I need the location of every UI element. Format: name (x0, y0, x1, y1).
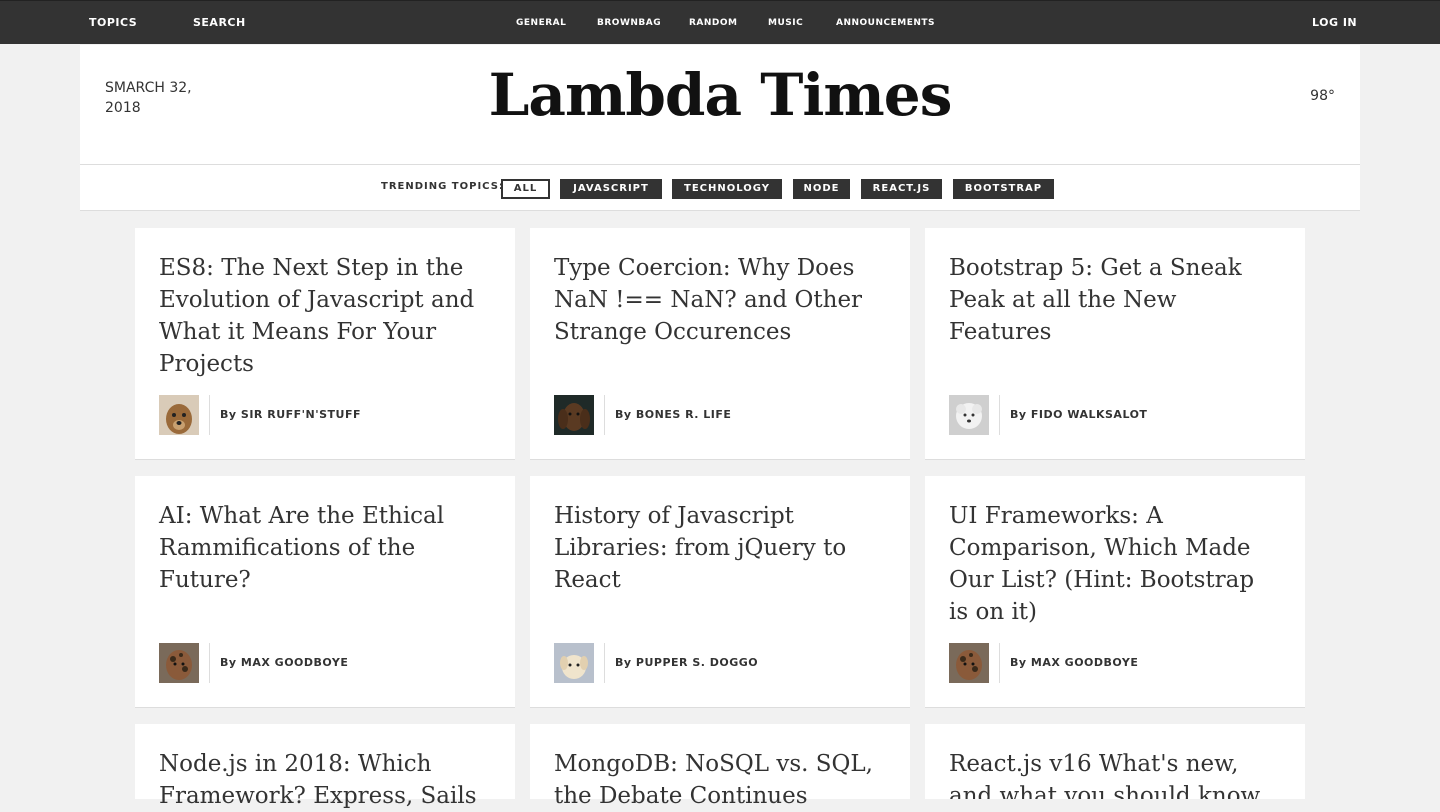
author-row: By BONES R. LIFE (554, 395, 894, 435)
tab-bootstrap[interactable]: BOOTSTRAP (953, 179, 1054, 199)
article-headline[interactable]: ES8: The Next Step in the Evolution of J… (159, 252, 489, 380)
tab-node[interactable]: NODE (793, 179, 850, 199)
masthead-header: SMARCH 32, 2018 Lambda Times 98° (80, 45, 1360, 164)
dog-avatar-tan-icon (159, 395, 199, 435)
author-divider (209, 643, 210, 683)
search-link[interactable]: SEARCH (193, 1, 246, 45)
author-row: By MAX GOODBOYE (159, 643, 499, 683)
article-card[interactable]: UI Frameworks: A Comparison, Which Made … (925, 476, 1305, 708)
author-divider (209, 395, 210, 435)
nav-brownbag[interactable]: BROWNBAG (597, 1, 661, 45)
nav-random[interactable]: RANDOM (689, 1, 738, 45)
top-bar: TOPICS SEARCH GENERAL BROWNBAG RANDOM MU… (0, 0, 1440, 44)
topics-link[interactable]: TOPICS (89, 1, 137, 45)
article-headline[interactable]: Node.js in 2018: Which Framework? Expres… (159, 748, 489, 812)
dog-avatar-spotted-icon (949, 643, 989, 683)
author-divider (604, 395, 605, 435)
trending-topics-label: TRENDING TOPICS: (381, 181, 504, 192)
by-label: By (220, 408, 237, 421)
author-name: MAX GOODBOYE (1030, 656, 1139, 669)
by-label: By (615, 408, 632, 421)
article-headline[interactable]: Bootstrap 5: Get a Sneak Peak at all the… (949, 252, 1279, 348)
tab-javascript[interactable]: JAVASCRIPT (560, 179, 662, 199)
author-name: PUPPER S. DOGGO (635, 656, 759, 669)
byline: By PUPPER S. DOGGO (615, 656, 758, 669)
byline: By FIDO WALKSALOT (1010, 408, 1147, 421)
author-row: By PUPPER S. DOGGO (554, 643, 894, 683)
by-label: By (1010, 408, 1027, 421)
temperature: 98° (1310, 88, 1335, 104)
author-row: By FIDO WALKSALOT (949, 395, 1289, 435)
article-headline[interactable]: React.js v16 What's new, and what you sh… (949, 748, 1279, 799)
article-card[interactable]: History of Javascript Libraries: from jQ… (530, 476, 910, 708)
author-name: BONES R. LIFE (635, 408, 732, 421)
nav-general[interactable]: GENERAL (516, 1, 566, 45)
author-divider (999, 643, 1000, 683)
trending-topics-bar: TRENDING TOPICS: ALL JAVASCRIPT TECHNOLO… (80, 164, 1360, 211)
by-label: By (220, 656, 237, 669)
article-card[interactable]: MongoDB: NoSQL vs. SQL, the Debate Conti… (530, 724, 910, 809)
article-card[interactable]: Bootstrap 5: Get a Sneak Peak at all the… (925, 228, 1305, 460)
article-card[interactable]: ES8: The Next Step in the Evolution of J… (135, 228, 515, 460)
author-name: MAX GOODBOYE (240, 656, 349, 669)
article-headline[interactable]: History of Javascript Libraries: from jQ… (554, 500, 884, 596)
author-row: By SIR RUFF'N'STUFF (159, 395, 499, 435)
article-card[interactable]: React.js v16 What's new, and what you sh… (925, 724, 1305, 799)
author-divider (999, 395, 1000, 435)
site-title: Lambda Times (488, 61, 953, 129)
by-label: By (615, 656, 632, 669)
article-card[interactable]: Type Coercion: Why Does NaN !== NaN? and… (530, 228, 910, 460)
article-headline[interactable]: AI: What Are the Ethical Rammifications … (159, 500, 489, 596)
dog-avatar-puppy-icon (554, 643, 594, 683)
article-headline[interactable]: MongoDB: NoSQL vs. SQL, the Debate Conti… (554, 748, 884, 812)
by-label: By (1010, 656, 1027, 669)
tab-reactjs[interactable]: REACT.JS (861, 179, 942, 199)
author-name: FIDO WALKSALOT (1030, 408, 1148, 421)
byline: By MAX GOODBOYE (1010, 656, 1138, 669)
nav-announcements[interactable]: ANNOUNCEMENTS (836, 1, 935, 45)
tab-technology[interactable]: TECHNOLOGY (672, 179, 782, 199)
byline: By BONES R. LIFE (615, 408, 731, 421)
author-divider (604, 643, 605, 683)
dog-avatar-spotted-icon (159, 643, 199, 683)
dog-avatar-white-icon (949, 395, 989, 435)
author-row: By MAX GOODBOYE (949, 643, 1289, 683)
article-card[interactable]: AI: What Are the Ethical Rammifications … (135, 476, 515, 708)
tab-all[interactable]: ALL (501, 179, 550, 199)
byline: By SIR RUFF'N'STUFF (220, 408, 361, 421)
nav-music[interactable]: MUSIC (768, 1, 803, 45)
author-name: SIR RUFF'N'STUFF (240, 408, 361, 421)
byline: By MAX GOODBOYE (220, 656, 348, 669)
login-link[interactable]: LOG IN (1312, 1, 1357, 45)
article-headline[interactable]: UI Frameworks: A Comparison, Which Made … (949, 500, 1279, 628)
dog-avatar-dark-icon (554, 395, 594, 435)
article-headline[interactable]: Type Coercion: Why Does NaN !== NaN? and… (554, 252, 884, 348)
article-card[interactable]: Node.js in 2018: Which Framework? Expres… (135, 724, 515, 809)
